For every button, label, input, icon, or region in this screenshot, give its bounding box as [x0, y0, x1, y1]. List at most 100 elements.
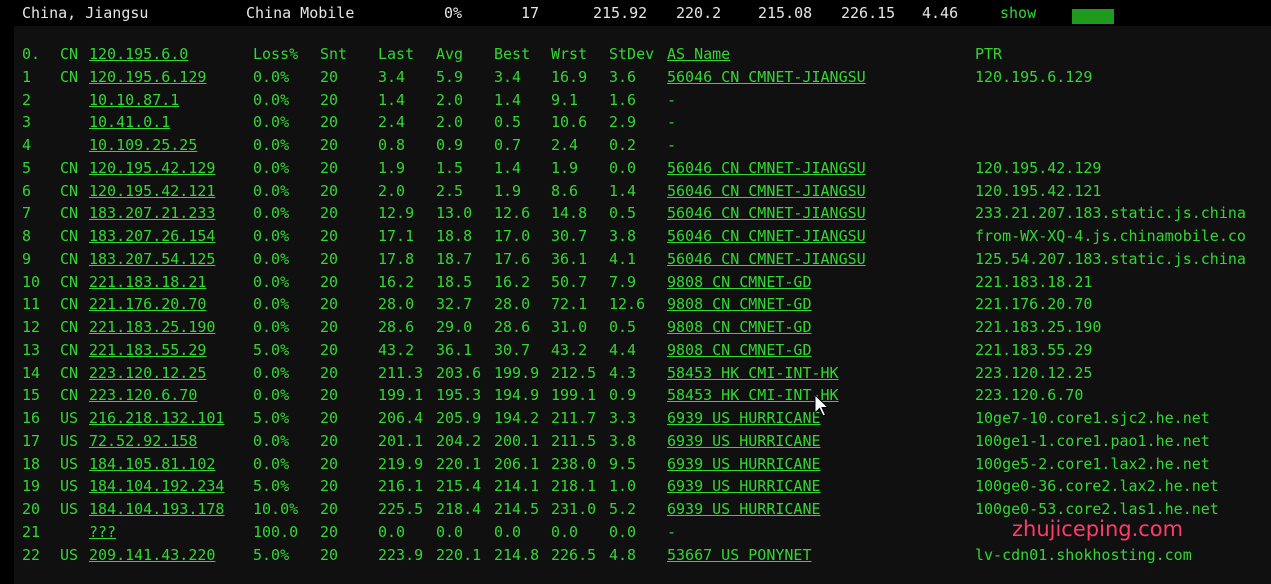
cell-asname[interactable]: 9808 CN CMNET-GD: [667, 294, 812, 314]
cell-asname[interactable]: 6939 US HURRICANE: [667, 499, 821, 519]
cell-loss: 0.0%: [253, 272, 290, 291]
cell-ip[interactable]: 209.141.43.220: [89, 545, 215, 565]
cell-avg: 215.4: [436, 477, 482, 496]
cell-ip[interactable]: 10.41.0.1: [89, 112, 170, 132]
cell-ip[interactable]: ???: [89, 522, 116, 542]
cell-ip[interactable]: 184.105.81.102: [89, 454, 215, 474]
cell-ip[interactable]: 184.104.193.178: [89, 499, 224, 519]
table-row: 10 CN 221.183.18.21 0.0% 20 16.2 18.5 16.2 50.7 7…: [0, 272, 1271, 294]
cell-asname[interactable]: 9808 CN CMNET-GD: [667, 272, 812, 292]
cell-last: 219.9: [378, 454, 424, 473]
cell-wrst: 2.4: [551, 136, 579, 154]
table-row: 8 CN 183.207.26.154 0.0% 20 17.1 18.8 17.0 30.7 3…: [0, 226, 1271, 248]
table-row: 18 US 184.105.81.102 0.0% 20 219.9 220.1 206.1 2…: [0, 454, 1271, 476]
cell-snt: 20: [320, 113, 339, 132]
cell-ip[interactable]: 221.183.25.190: [89, 317, 215, 337]
cell-hop: 20: [22, 500, 41, 518]
table-row: 3 10.41.0.1 0.0% 20 2.4 2.0 0.5 10.6 2.9 -: [0, 112, 1271, 134]
table-row: 16 US 216.218.132.101 5.0% 20 206.4 205.9 194.2…: [0, 408, 1271, 430]
cell-best: 214.5: [494, 500, 540, 518]
cell-ip[interactable]: 183.207.26.154: [89, 226, 215, 246]
summary-sent: 17: [521, 4, 540, 22]
cell-stdev: 0.9: [609, 386, 637, 405]
show-link[interactable]: show: [1000, 4, 1036, 22]
cell-snt: 20: [320, 454, 339, 473]
cell-best: 28.6: [494, 318, 531, 336]
cell-ip[interactable]: 223.120.12.25: [89, 363, 206, 383]
cell-asname[interactable]: 6939 US HURRICANE: [667, 431, 821, 451]
cell-ip[interactable]: 183.207.54.125: [89, 249, 215, 269]
cell-asname[interactable]: 56046 CN CMNET-JIANGSU: [667, 158, 866, 178]
cell-stdev: 7.9: [609, 272, 637, 291]
cell-asname[interactable]: 9808 CN CMNET-GD: [667, 340, 812, 360]
cell-loss: 0.0%: [253, 158, 290, 177]
cell-stdev: 2.9: [609, 113, 637, 132]
cell-stdev: 4.8: [609, 545, 637, 564]
cell-avg: 29.0: [436, 318, 473, 336]
cell-ptr: lv-cdn01.shokhosting.com: [975, 545, 1192, 564]
cell-ip[interactable]: 72.52.92.158: [89, 431, 197, 451]
cell-last: 28.0: [378, 295, 415, 314]
cell-best: 1.4: [494, 90, 522, 109]
cell-ip[interactable]: 221.183.55.29: [89, 340, 206, 360]
cell-ip[interactable]: 221.183.18.21: [89, 272, 206, 292]
cell-best: 30.7: [494, 340, 531, 359]
cell-asname[interactable]: 58453 HK CMI-INT-HK: [667, 385, 839, 405]
cell-ip[interactable]: 10.10.87.1: [89, 90, 179, 110]
cell-ip[interactable]: 120.195.42.121: [89, 181, 215, 201]
cell-cc: CN: [60, 158, 79, 177]
cell-stdev: 3.6: [609, 67, 637, 86]
cell-snt: 20: [320, 522, 339, 541]
cell-hop: 15: [22, 386, 41, 405]
cell-asname[interactable]: 58453 HK CMI-INT-HK: [667, 363, 839, 383]
cell-stdev: 0.0: [609, 158, 637, 177]
cell-asname[interactable]: 6939 US HURRICANE: [667, 454, 821, 474]
cell-ip[interactable]: 184.104.192.234: [89, 476, 224, 496]
cell-loss: 0.0%: [253, 136, 290, 154]
mouse-pointer-icon-glyph: [814, 394, 830, 417]
cell-snt: 20: [320, 409, 339, 427]
cell-wrst: 218.1: [551, 477, 597, 496]
cell-ptr: 100ge1-1.core1.pao1.he.net: [975, 431, 1210, 450]
cell-asname[interactable]: 56046 CN CMNET-JIANGSU: [667, 226, 866, 246]
cell-snt: 20: [320, 318, 339, 336]
table-row: 17 US 72.52.92.158 0.0% 20 201.1 204.2 200.1 211…: [0, 431, 1271, 453]
cell-ip[interactable]: 183.207.21.233: [89, 203, 215, 223]
cell-best: 12.6: [494, 204, 531, 223]
cell-ip[interactable]: 120.195.6.129: [89, 67, 206, 87]
cell-ip[interactable]: 120.195.42.129: [89, 158, 215, 178]
cell-stdev: 0.0: [609, 522, 637, 541]
cell-best: 194.2: [494, 409, 540, 427]
cell-ptr: 100ge0-53.core2.las1.he.net: [975, 500, 1219, 518]
cell-asname[interactable]: 9808 CN CMNET-GD: [667, 317, 812, 337]
cell-ip[interactable]: 223.120.6.70: [89, 385, 197, 405]
table-row: 22 US 209.141.43.220 5.0% 20 223.9 220.1 214.8 2…: [0, 545, 1271, 567]
cell-best: 1.4: [494, 158, 522, 177]
cell-asname[interactable]: 56046 CN CMNET-JIANGSU: [667, 249, 866, 269]
table-row: 11 CN 221.176.20.70 0.0% 20 28.0 32.7 28.0 72.1 1…: [0, 294, 1271, 316]
cell-ip[interactable]: 221.176.20.70: [89, 294, 206, 314]
header-snt: Snt: [320, 45, 348, 63]
cell-asname[interactable]: 56046 CN CMNET-JIANGSU: [667, 203, 866, 223]
cell-hop: 6: [22, 181, 32, 200]
cell-ip[interactable]: 216.218.132.101: [89, 408, 224, 428]
cell-asname[interactable]: 56046 CN CMNET-JIANGSU: [667, 67, 866, 87]
cell-asname[interactable]: 53667 US PONYNET: [667, 545, 812, 565]
cell-avg: 36.1: [436, 340, 473, 359]
header-avg: Avg: [436, 45, 464, 63]
latency-sparkline: [1072, 9, 1114, 24]
cell-hop: 17: [22, 431, 41, 450]
cell-asname[interactable]: 6939 US HURRICANE: [667, 408, 821, 428]
table-row: 9 CN 183.207.54.125 0.0% 20 17.8 18.7 17.6 36.1 4…: [0, 249, 1271, 271]
cell-hop: 22: [22, 545, 41, 564]
cell-ptr: 120.195.42.129: [975, 158, 1102, 177]
cell-loss: 100.0: [253, 522, 299, 541]
cell-cc: CN: [60, 318, 79, 336]
cell-asname[interactable]: 6939 US HURRICANE: [667, 476, 821, 496]
cell-avg: 204.2: [436, 431, 482, 450]
cell-last: 43.2: [378, 340, 415, 359]
cell-asname[interactable]: 56046 CN CMNET-JIANGSU: [667, 181, 866, 201]
cell-hop: 4: [22, 136, 32, 154]
cell-ip[interactable]: 10.109.25.25: [89, 135, 197, 155]
cell-stdev: 1.4: [609, 181, 637, 200]
